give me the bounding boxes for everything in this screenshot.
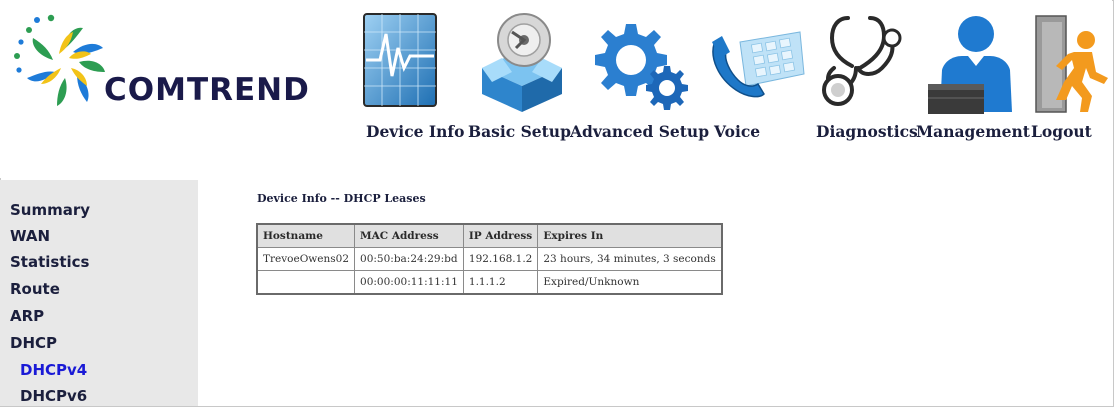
- cell-mac-address: 00:50:ba:24:29:bd: [354, 247, 464, 271]
- sidebar: Summary WAN Statistics Route ARP DHCP DH…: [0, 180, 198, 406]
- nav-management[interactable]: Management: [916, 122, 1030, 141]
- cell-expires-in: Expired/Unknown: [537, 270, 723, 295]
- header: COMTREND Device Info Basic Setup Advance…: [0, 0, 1112, 178]
- sidebar-item-statistics[interactable]: Statistics: [10, 253, 89, 271]
- sidebar-item-wan[interactable]: WAN: [10, 227, 50, 245]
- cell-expires-in: 23 hours, 34 minutes, 3 seconds: [537, 247, 723, 271]
- sidebar-item-dhcpv6[interactable]: DHCPv6: [20, 387, 87, 405]
- nav-voice[interactable]: Voice: [714, 122, 760, 141]
- nav-advanced-setup[interactable]: Advanced Setup: [570, 122, 709, 141]
- brand-name: COMTREND: [104, 72, 310, 108]
- diagnostics-icon[interactable]: [818, 12, 904, 116]
- device-info-icon[interactable]: [362, 12, 438, 108]
- cell-ip-address: 1.1.1.2: [462, 270, 539, 295]
- col-hostname: Hostname: [256, 223, 356, 248]
- cell-mac-address: 00:00:00:11:11:11: [354, 270, 464, 295]
- cell-ip-address: 192.168.1.2: [462, 247, 539, 271]
- sidebar-item-arp[interactable]: ARP: [10, 307, 44, 325]
- nav-device-info[interactable]: Device Info: [366, 122, 464, 141]
- col-ip-address: IP Address: [462, 223, 539, 248]
- basic-setup-icon[interactable]: [472, 10, 572, 114]
- nav-diagnostics[interactable]: Diagnostics: [816, 122, 918, 141]
- sidebar-item-summary[interactable]: Summary: [10, 201, 90, 219]
- table-row: 00:00:00:11:11:11 1.1.1.2 Expired/Unknow…: [256, 270, 723, 295]
- comtrend-logo: [14, 14, 105, 106]
- table-header-row: Hostname MAC Address IP Address Expires …: [256, 223, 723, 248]
- sidebar-item-route[interactable]: Route: [10, 280, 60, 298]
- cell-hostname: TrevoeOwens02: [256, 247, 356, 271]
- management-icon[interactable]: [922, 12, 1022, 116]
- main-content: Device Info -- DHCP Leases Hostname MAC …: [198, 180, 1112, 406]
- table-row: TrevoeOwens02 00:50:ba:24:29:bd 192.168.…: [256, 247, 723, 271]
- dhcp-leases-table: Hostname MAC Address IP Address Expires …: [256, 223, 723, 295]
- page-title: Device Info -- DHCP Leases: [257, 192, 426, 205]
- nav-basic-setup[interactable]: Basic Setup: [468, 122, 571, 141]
- sidebar-item-dhcp[interactable]: DHCP: [10, 334, 57, 352]
- voice-icon[interactable]: [708, 14, 808, 114]
- logout-icon[interactable]: [1034, 12, 1112, 116]
- sidebar-item-dhcpv4[interactable]: DHCPv4: [20, 361, 87, 379]
- advanced-setup-icon[interactable]: [590, 16, 690, 116]
- col-mac-address: MAC Address: [354, 223, 464, 248]
- nav-logout[interactable]: Logout: [1031, 122, 1092, 141]
- col-expires-in: Expires In: [537, 223, 723, 248]
- cell-hostname: [256, 270, 356, 295]
